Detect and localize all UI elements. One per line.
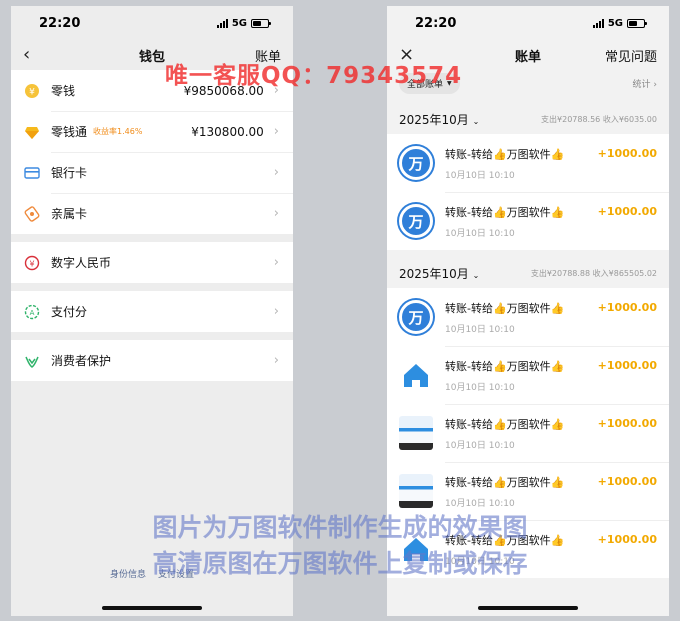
shield-icon [23, 352, 41, 370]
wallet-group-digital: ¥ 数字人民币 › [11, 242, 293, 283]
signal-icon [592, 18, 604, 28]
wallet-row-lqt[interactable]: 零钱通 收益率1.46% ¥130800.00 › [11, 111, 293, 152]
chevron-right-icon: › [273, 165, 279, 180]
svg-text:¥: ¥ [29, 259, 34, 268]
wallet-row-digital-rmb[interactable]: ¥ 数字人民币 › [11, 242, 293, 283]
transaction-row[interactable]: 转账-转给👍万图软件👍 10月10日 10:10 +1000.00 [387, 346, 669, 404]
row-label: 亲属卡 [51, 207, 88, 221]
wallet-row-bank-card[interactable]: 银行卡 › [11, 152, 293, 193]
row-label: 零钱通 [51, 125, 88, 139]
pay-score-icon: A [23, 303, 41, 321]
transaction-date: 10月10日 10:10 [445, 440, 515, 451]
transaction-date: 10月10日 10:10 [445, 498, 515, 509]
row-label: 支付分 [51, 305, 88, 319]
status-time: 22:20 [39, 15, 81, 31]
transaction-title: 转账-转给👍万图软件👍 [445, 417, 565, 431]
chevron-down-icon: ⌄ [472, 270, 480, 280]
chevron-right-icon: › [273, 206, 279, 221]
wallet-row-family-card[interactable]: 亲属卡 › [11, 193, 293, 234]
transaction-list: 万转账-转给👍万图软件👍 10月10日 10:10 +1000.00 万转账-转给👍万… [387, 134, 669, 250]
row-label: 消费者保护 [51, 354, 112, 368]
row-label: 银行卡 [51, 166, 88, 180]
transaction-date: 10月10日 10:10 [445, 170, 515, 181]
statistics-link[interactable]: 统计 › [633, 77, 657, 90]
chevron-right-icon: › [273, 304, 279, 319]
month-label: 2025年10月 ⌄ [399, 266, 480, 281]
status-time: 22:20 [415, 15, 457, 31]
home-indicator[interactable] [102, 606, 202, 610]
family-card-icon [23, 205, 41, 223]
month-summary: 支出¥20788.88 收入¥865505.02 [530, 268, 657, 278]
transaction-amount: +1000.00 [597, 475, 657, 488]
watermark-line-1: 图片为万图软件制作生成的效果图 [152, 513, 528, 542]
lqt-balance: ¥130800.00 [191, 124, 264, 139]
wan-logo-avatar: 万 [399, 204, 433, 238]
network-label: 5G [607, 17, 623, 29]
battery-icon [251, 18, 271, 28]
month-summary: 支出¥20788.56 收入¥6035.00 [541, 114, 657, 124]
bill-link[interactable]: 账单 [255, 46, 281, 65]
wallet-row-pay-score[interactable]: A 支付分 › [11, 291, 293, 332]
chevron-right-icon: › [273, 255, 279, 270]
row-label: 零钱 [51, 84, 76, 98]
month-label: 2025年10月 ⌄ [399, 112, 480, 127]
transaction-title: 转账-转给👍万图软件👍 [445, 301, 565, 315]
status-bar: 22:20 5G [387, 6, 669, 40]
signal-icon [216, 18, 228, 28]
transaction-row[interactable]: 万转账-转给👍万图软件👍 10月10日 10:10 +1000.00 [387, 134, 669, 192]
wan-logo-avatar: 万 [399, 300, 433, 334]
transaction-amount: +1000.00 [597, 417, 657, 430]
back-icon[interactable]: ‹ [23, 46, 30, 64]
watermark-line-2: 高清原图在万图软件上复制或保存 [152, 549, 528, 578]
month-header[interactable]: 2025年10月 ⌄ 支出¥20788.88 收入¥865505.02 [387, 258, 669, 288]
watermark-notice: 图片为万图软件制作生成的效果图 高清原图在万图软件上复制或保存 [0, 510, 680, 582]
transaction-title: 转账-转给👍万图软件👍 [445, 205, 565, 219]
chevron-down-icon: ⌄ [472, 116, 480, 126]
transaction-date: 10月10日 10:10 [445, 324, 515, 335]
wan-logo-avatar: 万 [399, 146, 433, 180]
transaction-row[interactable]: 万转账-转给👍万图软件👍 10月10日 10:10 +1000.00 [387, 192, 669, 250]
faq-link[interactable]: 常见问题 [605, 46, 657, 65]
transaction-date: 10月10日 10:10 [445, 228, 515, 239]
transaction-date: 10月10日 10:10 [445, 382, 515, 393]
status-bar: 22:20 5G [11, 6, 293, 40]
yield-badge: 收益率1.46% [93, 127, 143, 136]
svg-text:¥: ¥ [29, 87, 35, 97]
transaction-title: 转账-转给👍万图软件👍 [445, 147, 565, 161]
watermark-contact: 唯一客服QQ：79343574 [165, 63, 463, 89]
bank-card-icon [23, 164, 41, 182]
wallet-group-score: A 支付分 › [11, 291, 293, 332]
image-avatar [399, 474, 433, 508]
transaction-title: 转账-转给👍万图软件👍 [445, 475, 565, 489]
wallet-group-protect: 消费者保护 › [11, 340, 293, 381]
row-label: 数字人民币 [51, 256, 112, 270]
wallet-group-main: ¥ 零钱 ¥9850068.00 › 零钱通 收益率1.46% ¥130800.… [11, 70, 293, 234]
month-header[interactable]: 2025年10月 ⌄ 支出¥20788.56 收入¥6035.00 [387, 104, 669, 134]
transaction-amount: +1000.00 [597, 205, 657, 218]
digital-rmb-icon: ¥ [23, 254, 41, 272]
bill-month-list: 2025年10月 ⌄ 支出¥20788.56 收入¥6035.00 万转账-转给👍万… [387, 104, 669, 578]
transaction-row[interactable]: 万转账-转给👍万图软件👍 10月10日 10:10 +1000.00 [387, 288, 669, 346]
transaction-amount: +1000.00 [597, 359, 657, 372]
battery-icon [627, 18, 647, 28]
transaction-amount: +1000.00 [597, 147, 657, 160]
svg-text:A: A [30, 309, 35, 317]
chevron-right-icon: › [273, 353, 279, 368]
image-avatar [399, 416, 433, 450]
transaction-amount: +1000.00 [597, 301, 657, 314]
diamond-icon [23, 123, 41, 141]
home-indicator[interactable] [478, 606, 578, 610]
close-icon[interactable]: × [399, 46, 414, 64]
coin-icon: ¥ [23, 82, 41, 100]
home-icon [399, 358, 433, 392]
chevron-right-icon: › [273, 124, 279, 139]
transaction-row[interactable]: 转账-转给👍万图软件👍 10月10日 10:10 +1000.00 [387, 404, 669, 462]
transaction-title: 转账-转给👍万图软件👍 [445, 359, 565, 373]
wallet-row-consumer-protection[interactable]: 消费者保护 › [11, 340, 293, 381]
network-label: 5G [231, 17, 247, 29]
